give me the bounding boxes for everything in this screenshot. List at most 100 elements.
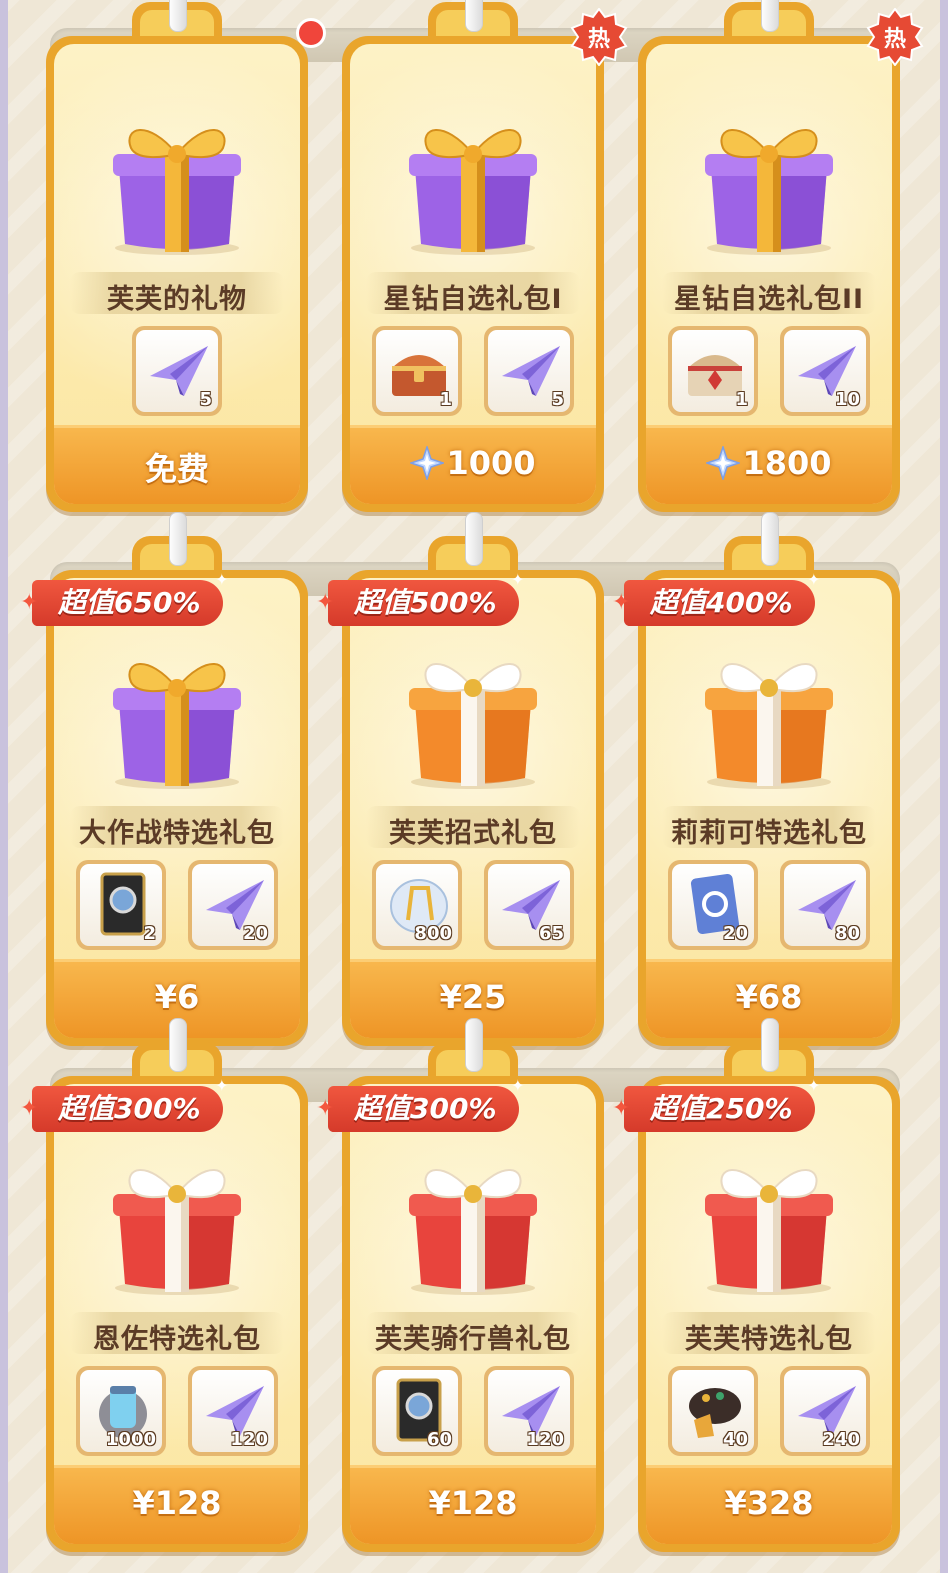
reward-item[interactable]: 1000 xyxy=(76,1366,166,1456)
reward-quantity: 800 xyxy=(414,923,452,944)
reward-quantity: 40 xyxy=(722,1429,748,1450)
hanger-clip xyxy=(761,512,779,566)
reward-quantity: 120 xyxy=(526,1429,564,1450)
pack-title: 大作战特选礼包 xyxy=(79,818,275,849)
pack-title: 芙芙特选礼包 xyxy=(685,1324,853,1355)
reward-item[interactable]: 1 xyxy=(372,326,462,416)
hanger-clip xyxy=(169,0,187,32)
gift-pack-card[interactable]: 莉莉可特选礼包 20 80 ¥68 超值400% xyxy=(612,512,900,1046)
gift-pack-card[interactable]: 恩佐特选礼包 1000 120 ¥128 超值300% xyxy=(20,1018,308,1552)
reward-quantity: 1 xyxy=(735,389,748,410)
value-ribbon: 超值250% xyxy=(612,1076,820,1132)
reward-item[interactable]: 5 xyxy=(484,326,574,416)
gift-pack-card[interactable]: 大作战特选礼包 2 20 ¥6 超值650% xyxy=(20,512,308,1046)
pack-title: 芙芙骑行兽礼包 xyxy=(375,1324,571,1355)
hot-badge-label: 热 xyxy=(883,27,906,52)
reward-item[interactable]: 1 xyxy=(668,326,758,416)
reward-quantity: 65 xyxy=(538,923,564,944)
value-ribbon: 超值400% xyxy=(612,570,820,626)
reward-item[interactable]: 60 xyxy=(372,1366,462,1456)
reward-item[interactable]: 40 xyxy=(668,1366,758,1456)
value-ribbon-label: 超值250% xyxy=(650,1092,793,1125)
pack-title: 星钻自选礼包I xyxy=(383,284,563,315)
reward-list: 800 65 xyxy=(350,860,596,950)
reward-list: 20 80 xyxy=(646,860,892,950)
hanger-clip xyxy=(169,1018,187,1072)
reward-item[interactable]: 240 xyxy=(780,1366,870,1456)
reward-item[interactable]: 10 xyxy=(780,326,870,416)
gift-pack-card[interactable]: 芙芙的礼物 5 免费 xyxy=(46,0,326,512)
reward-quantity: 20 xyxy=(722,923,748,944)
reward-quantity: 240 xyxy=(822,1429,860,1450)
gift-box-icon xyxy=(97,98,257,258)
hot-badge: 热 xyxy=(570,7,628,67)
pack-title: 芙芙招式礼包 xyxy=(389,818,557,849)
price-label: 1000 xyxy=(446,444,536,482)
reward-item[interactable]: 120 xyxy=(188,1366,278,1456)
hot-badge: 热 xyxy=(866,7,924,67)
gift-box-icon xyxy=(393,632,553,792)
reward-list: 1 10 xyxy=(646,326,892,416)
reward-quantity: 1000 xyxy=(105,1429,156,1450)
price-label: 1800 xyxy=(742,444,832,482)
buy-button[interactable]: 1800 xyxy=(646,425,892,504)
gift-pack-card[interactable]: 芙芙特选礼包 40 240 ¥328 超值250% xyxy=(612,1018,900,1552)
value-ribbon-label: 超值650% xyxy=(58,586,201,619)
reward-quantity: 80 xyxy=(834,923,860,944)
reward-quantity: 5 xyxy=(551,389,564,410)
gift-box-icon xyxy=(393,1138,553,1298)
reward-list: 60 120 xyxy=(350,1366,596,1456)
buy-button[interactable]: ¥128 xyxy=(350,1465,596,1544)
gift-box-icon xyxy=(689,1138,849,1298)
reward-item[interactable]: 20 xyxy=(668,860,758,950)
value-ribbon-label: 超值300% xyxy=(354,1092,497,1125)
buy-button[interactable]: 免费 xyxy=(54,425,300,504)
gift-box-icon xyxy=(97,1138,257,1298)
reward-item[interactable]: 800 xyxy=(372,860,462,950)
value-ribbon-label: 超值400% xyxy=(650,586,793,619)
reward-list: 40 240 xyxy=(646,1366,892,1456)
reward-list: 2 20 xyxy=(54,860,300,950)
pack-title: 芙芙的礼物 xyxy=(107,284,247,315)
gift-box-icon xyxy=(689,632,849,792)
value-ribbon: 超值650% xyxy=(20,570,228,626)
buy-button[interactable]: 1000 xyxy=(350,425,596,504)
hanger-clip xyxy=(465,1018,483,1072)
value-ribbon: 超值500% xyxy=(316,570,524,626)
value-ribbon: 超值300% xyxy=(20,1076,228,1132)
reward-quantity: 10 xyxy=(834,389,860,410)
value-ribbon-label: 超值300% xyxy=(58,1092,201,1125)
gift-pack-card[interactable]: 芙芙招式礼包 800 65 ¥25 超值500% xyxy=(316,512,604,1046)
buy-button[interactable]: ¥328 xyxy=(646,1465,892,1544)
reward-item[interactable]: 120 xyxy=(484,1366,574,1456)
reward-item[interactable]: 20 xyxy=(188,860,278,950)
right-rail xyxy=(940,0,948,1573)
price-label: ¥25 xyxy=(439,978,507,1016)
hanger-clip xyxy=(761,1018,779,1072)
hot-badge-label: 热 xyxy=(587,27,610,52)
reward-list: 1 5 xyxy=(350,326,596,416)
gift-pack-card[interactable]: 星钻自选礼包I 1 5 1000 热 xyxy=(342,0,628,512)
reward-item[interactable]: 65 xyxy=(484,860,574,950)
buy-button[interactable]: ¥128 xyxy=(54,1465,300,1544)
reward-quantity: 60 xyxy=(426,1429,452,1450)
price-label: ¥128 xyxy=(428,1484,518,1522)
reward-item[interactable]: 5 xyxy=(132,326,222,416)
reward-item[interactable]: 2 xyxy=(76,860,166,950)
pack-title: 星钻自选礼包II xyxy=(673,284,865,315)
left-rail xyxy=(0,0,8,1573)
value-ribbon: 超值300% xyxy=(316,1076,524,1132)
reward-item[interactable]: 80 xyxy=(780,860,870,950)
price-label: ¥68 xyxy=(735,978,803,1016)
star-diamond-icon xyxy=(706,446,741,480)
hanger-clip xyxy=(465,0,483,32)
reward-quantity: 5 xyxy=(199,389,212,410)
reward-list: 1000 120 xyxy=(54,1366,300,1456)
pack-title: 莉莉可特选礼包 xyxy=(671,818,867,849)
gift-pack-card[interactable]: 星钻自选礼包II 1 10 1800 热 xyxy=(638,0,924,512)
hanger-clip xyxy=(169,512,187,566)
reward-quantity: 120 xyxy=(230,1429,268,1450)
notification-dot xyxy=(296,18,326,48)
gift-pack-card[interactable]: 芙芙骑行兽礼包 60 120 ¥128 超值300% xyxy=(316,1018,604,1552)
hanger-clip xyxy=(465,512,483,566)
